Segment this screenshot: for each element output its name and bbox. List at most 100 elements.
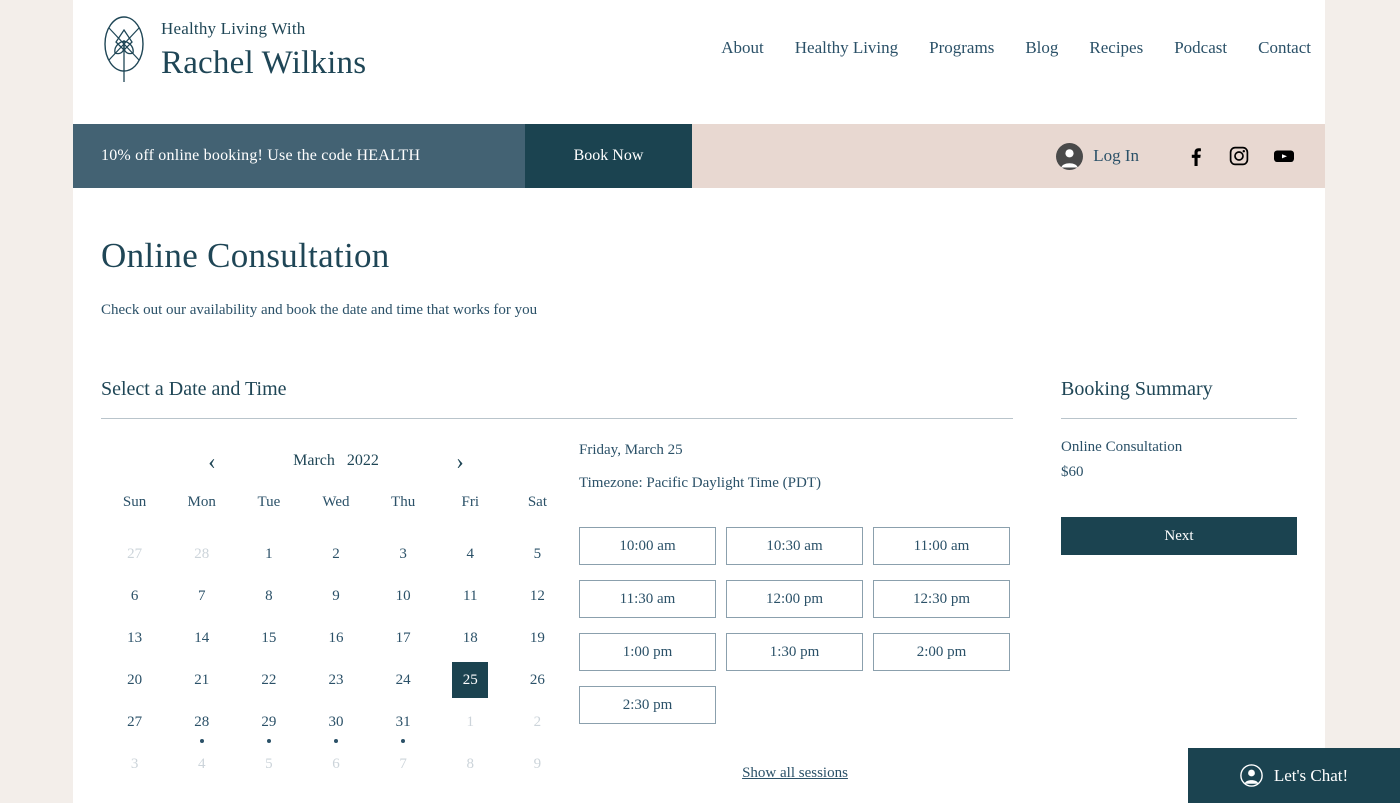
calendar-day[interactable]: 28	[168, 701, 235, 743]
time-slot-button[interactable]: 11:00 am	[873, 527, 1010, 565]
promo-message: 10% off online booking! Use the code HEA…	[73, 124, 525, 188]
next-button[interactable]: Next	[1061, 517, 1297, 555]
calendar-day[interactable]: 7	[168, 575, 235, 617]
calendar-day-number: 14	[184, 620, 220, 656]
youtube-icon[interactable]	[1273, 146, 1295, 166]
calendar-day: 7	[370, 743, 437, 785]
calendar-day[interactable]: 31	[370, 701, 437, 743]
calendar-day[interactable]: 3	[370, 533, 437, 575]
calendar-day[interactable]: 29	[235, 701, 302, 743]
calendar-day-selected[interactable]: 25	[437, 659, 504, 701]
facebook-icon[interactable]	[1185, 146, 1205, 166]
calendar-day[interactable]: 14	[168, 617, 235, 659]
time-slot-button[interactable]: 10:30 am	[726, 527, 863, 565]
calendar-day-number: 20	[117, 662, 153, 698]
calendar-day[interactable]: 1	[235, 533, 302, 575]
nav-item-contact[interactable]: Contact	[1258, 38, 1311, 58]
chat-avatar-icon	[1240, 764, 1263, 787]
chat-widget-button[interactable]: Let's Chat!	[1188, 748, 1400, 803]
nav-item-podcast[interactable]: Podcast	[1174, 38, 1227, 58]
time-slot-grid: 10:00 am 10:30 am 11:00 am 11:30 am 12:00 pm…	[579, 527, 1013, 724]
calendar-day: 6	[302, 743, 369, 785]
calendar-day-number: 5	[519, 536, 555, 572]
calendar-day[interactable]: 4	[437, 533, 504, 575]
calendar-day-number: 27	[117, 704, 153, 740]
calendar-day[interactable]: 22	[235, 659, 302, 701]
calendar-day[interactable]: 5	[504, 533, 571, 575]
site-container: Healthy Living With Rachel Wilkins About…	[73, 0, 1325, 803]
calendar-day[interactable]: 2	[302, 533, 369, 575]
nav-item-recipes[interactable]: Recipes	[1089, 38, 1143, 58]
time-slot-button[interactable]: 2:00 pm	[873, 633, 1010, 671]
brand-name: Rachel Wilkins	[161, 45, 366, 81]
nav-item-healthy-living[interactable]: Healthy Living	[795, 38, 898, 58]
login-label: Log In	[1093, 146, 1139, 166]
calendar-day-number: 31	[385, 704, 421, 740]
summary-service: Online Consultation	[1061, 439, 1297, 456]
calendar-day[interactable]: 11	[437, 575, 504, 617]
main-navigation: About Healthy Living Programs Blog Recip…	[721, 38, 1311, 58]
show-all-sessions-row: Show all sessions	[579, 764, 1011, 782]
calendar-weekday-mon: Mon	[168, 494, 235, 533]
calendar-day[interactable]: 9	[302, 575, 369, 617]
time-slot-button[interactable]: 2:30 pm	[579, 686, 716, 724]
chevron-right-icon[interactable]: ›	[450, 450, 470, 473]
timezone-label: Timezone: Pacific Daylight Time (PDT)	[579, 475, 1013, 492]
calendar-day-number: 21	[184, 662, 220, 698]
calendar-day-number: 10	[385, 578, 421, 614]
calendar-day[interactable]: 30	[302, 701, 369, 743]
calendar-day[interactable]: 18	[437, 617, 504, 659]
calendar-day: 1	[437, 701, 504, 743]
nav-item-about[interactable]: About	[721, 38, 764, 58]
calendar-day-number: 5	[251, 746, 287, 782]
calendar-day[interactable]: 24	[370, 659, 437, 701]
calendar-day[interactable]: 13	[101, 617, 168, 659]
account-avatar-icon	[1056, 143, 1083, 170]
calendar-month: March	[293, 452, 335, 469]
calendar-day-number: 3	[117, 746, 153, 782]
calendar-day[interactable]: 20	[101, 659, 168, 701]
calendar-day[interactable]: 27	[101, 701, 168, 743]
time-slot-button[interactable]: 1:30 pm	[726, 633, 863, 671]
calendar-day[interactable]: 21	[168, 659, 235, 701]
calendar-day-number: 16	[318, 620, 354, 656]
calendar-day[interactable]: 8	[235, 575, 302, 617]
site-header: Healthy Living With Rachel Wilkins About…	[73, 0, 1325, 124]
booking-summary: Booking Summary Online Consultation $60 …	[1061, 378, 1297, 785]
calendar-day[interactable]: 16	[302, 617, 369, 659]
calendar-day-number: 28	[184, 704, 220, 740]
calendar-day: 3	[101, 743, 168, 785]
calendar-day-number: 23	[318, 662, 354, 698]
time-slot-button[interactable]: 12:30 pm	[873, 580, 1010, 618]
calendar-day[interactable]: 6	[101, 575, 168, 617]
chevron-left-icon[interactable]: ‹	[202, 450, 222, 473]
calendar-day[interactable]: 10	[370, 575, 437, 617]
calendar-day[interactable]: 26	[504, 659, 571, 701]
brand-logo-block[interactable]: Healthy Living With Rachel Wilkins	[101, 14, 366, 86]
calendar-day-number: 6	[117, 578, 153, 614]
calendar-day-number: 19	[519, 620, 555, 656]
time-slot-button[interactable]: 12:00 pm	[726, 580, 863, 618]
calendar-day: 28	[168, 533, 235, 575]
login-button[interactable]: Log In	[1056, 143, 1139, 170]
brand-text: Healthy Living With Rachel Wilkins	[161, 19, 366, 81]
calendar-day[interactable]: 23	[302, 659, 369, 701]
time-slot-button[interactable]: 10:00 am	[579, 527, 716, 565]
summary-details: Online Consultation $60	[1061, 419, 1297, 481]
show-all-sessions-link[interactable]: Show all sessions	[742, 765, 848, 781]
calendar-day[interactable]: 17	[370, 617, 437, 659]
nav-item-blog[interactable]: Blog	[1025, 38, 1058, 58]
calendar-day: 2	[504, 701, 571, 743]
calendar-weekday-sat: Sat	[504, 494, 571, 533]
calendar-day[interactable]: 15	[235, 617, 302, 659]
book-now-button[interactable]: Book Now	[525, 124, 692, 188]
instagram-icon[interactable]	[1229, 146, 1249, 166]
time-slot-button[interactable]: 1:00 pm	[579, 633, 716, 671]
time-slot-button[interactable]: 11:30 am	[579, 580, 716, 618]
calendar-day-number: 8	[452, 746, 488, 782]
calendar-day[interactable]: 19	[504, 617, 571, 659]
calendar-day-number: 6	[318, 746, 354, 782]
calendar-day-number: 2	[318, 536, 354, 572]
nav-item-programs[interactable]: Programs	[929, 38, 994, 58]
calendar-day[interactable]: 12	[504, 575, 571, 617]
